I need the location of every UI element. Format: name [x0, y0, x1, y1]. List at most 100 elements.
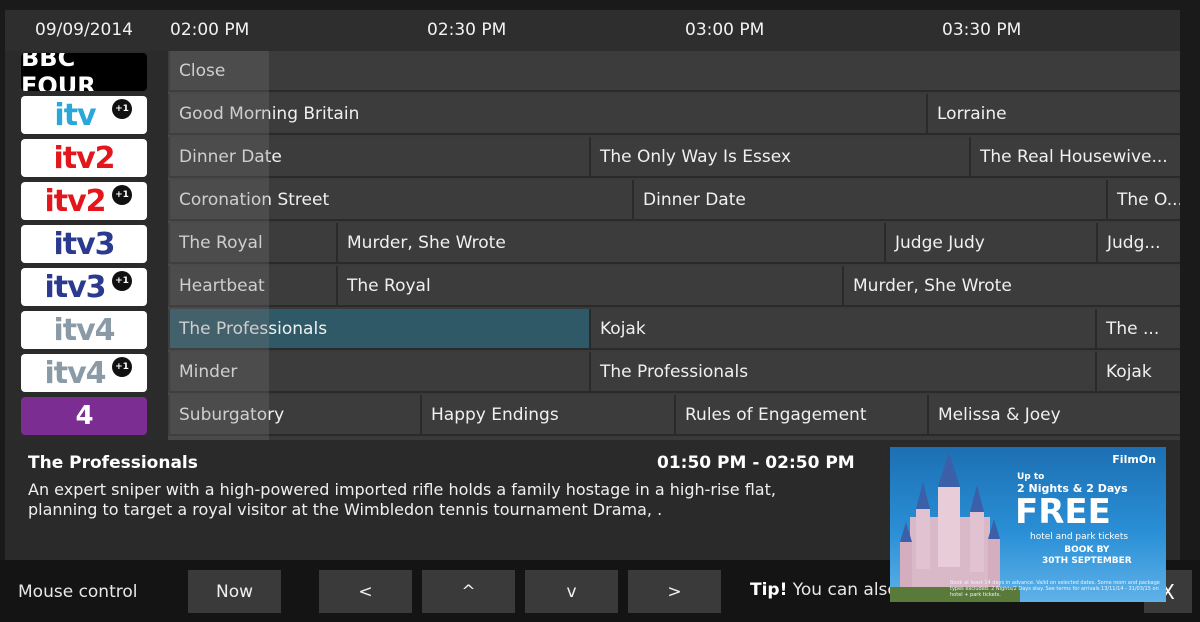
programme-title: Good Morning Britain — [179, 104, 360, 124]
itv4-logo-icon[interactable]: itv4 — [21, 311, 147, 349]
details-title: The Professionals — [28, 453, 198, 473]
programme-row: Suburgatory Happy Endings Rules of Engag… — [168, 395, 1180, 436]
ad-fine-print: Book at least 14 days in advance. Valid … — [950, 580, 1160, 598]
programme-title: Dinner Date — [643, 190, 746, 210]
programme-title: Lorraine — [937, 104, 1007, 124]
programme-cell[interactable]: Dinner Date — [632, 180, 1106, 221]
programme-cell[interactable]: The Real Housewive... — [969, 137, 1180, 178]
programme-cell[interactable]: Murder, She Wrote — [336, 223, 884, 264]
ad-free: FREE — [1015, 492, 1111, 532]
ad-book-date: 30TH SEPTEMBER — [1042, 556, 1132, 566]
time-slot-label: 03:00 PM — [685, 20, 765, 40]
page-right-button[interactable]: > — [628, 570, 721, 613]
programme-row: Close — [168, 51, 1180, 92]
tip-text: Tip! You can also — [750, 580, 898, 600]
programme-cell[interactable]: Kojak — [589, 309, 1095, 350]
page-down-button[interactable]: v — [525, 570, 618, 613]
programme-title: Minder — [179, 362, 238, 382]
programme-cell[interactable]: The O... — [1106, 180, 1180, 221]
programme-title: Murder, She Wrote — [853, 276, 1012, 296]
programme-cell[interactable]: Coronation Street — [168, 180, 632, 221]
channel-logo-text: itv3 — [53, 226, 115, 262]
ad-book-by: BOOK BY 30TH SEPTEMBER — [1042, 545, 1132, 567]
itv2-plus1-logo-icon[interactable]: itv2 +1 — [21, 182, 147, 220]
programme-title: Heartbeat — [179, 276, 265, 296]
page-up-button[interactable]: ^ — [422, 570, 515, 613]
time-slot-label: 02:00 PM — [170, 20, 250, 40]
guide-date: 09/09/2014 — [35, 20, 133, 40]
programme-row: Coronation Street Dinner Date The O... — [168, 180, 1180, 221]
itv3-logo-icon[interactable]: itv3 — [21, 225, 147, 263]
programme-title: Kojak — [600, 319, 646, 339]
programme-cell[interactable]: Murder, She Wrote — [842, 266, 1180, 307]
programme-cell[interactable]: Suburgatory — [168, 395, 420, 436]
plus-one-badge: +1 — [112, 99, 132, 119]
programme-cell[interactable]: Judg... — [1096, 223, 1180, 264]
programme-cell[interactable]: The Royal — [168, 223, 336, 264]
e4-logo-icon[interactable]: 4 — [21, 397, 147, 435]
details-description: An expert sniper with a high-powered imp… — [28, 480, 776, 519]
programme-title: Melissa & Joey — [938, 405, 1061, 425]
programme-cell[interactable]: Rules of Engagement — [674, 395, 927, 436]
itv4-plus1-logo-icon[interactable]: itv4 +1 — [21, 354, 147, 392]
channel-logo-text: itv2 — [53, 140, 115, 176]
programme-title: Kojak — [1106, 362, 1152, 382]
time-slot-label: 03:30 PM — [942, 20, 1022, 40]
mouse-control-label[interactable]: Mouse control — [18, 582, 138, 602]
programme-title: Close — [179, 61, 226, 81]
itv-plus1-logo-icon[interactable]: itv +1 — [21, 96, 147, 134]
programme-title: The Professionals — [179, 319, 328, 339]
programme-cell[interactable]: Lorraine — [926, 94, 1180, 135]
timeline-header: 09/09/2014 02:00 PM 02:30 PM 03:00 PM 03… — [5, 10, 1180, 51]
programme-row: The Professionals Kojak The ... — [168, 309, 1180, 350]
programme-cell-selected[interactable]: The Professionals — [168, 309, 589, 350]
programme-title: Rules of Engagement — [685, 405, 867, 425]
programme-title: Dinner Date — [179, 147, 282, 167]
tip-label: Tip! — [750, 580, 788, 600]
ad-tickets: hotel and park tickets — [1030, 532, 1129, 542]
programme-cell[interactable]: Minder — [168, 352, 589, 393]
programme-cell[interactable]: Kojak — [1095, 352, 1180, 393]
programme-cell[interactable]: The Professionals — [589, 352, 1095, 393]
programme-cell[interactable]: Judge Judy — [884, 223, 1096, 264]
advertisement-banner[interactable]: FilmOn Up to 2 Nights & 2 Days FREE hote… — [890, 447, 1166, 602]
programme-row: Dinner Date The Only Way Is Essex The Re… — [168, 137, 1180, 178]
castle-icon — [890, 452, 1020, 602]
bbc-four-logo-icon[interactable]: BBC FOUR — [21, 53, 147, 91]
programme-row: Heartbeat The Royal Murder, She Wrote — [168, 266, 1180, 307]
plus-one-badge: +1 — [112, 357, 132, 377]
programme-title: Judge Judy — [895, 233, 985, 253]
programme-cell[interactable]: Close — [168, 51, 1180, 92]
tip-message: You can also — [792, 580, 898, 600]
programme-title: Judg... — [1107, 233, 1161, 253]
ad-brand: FilmOn — [1112, 453, 1156, 466]
programme-row: Good Morning Britain Lorraine — [168, 94, 1180, 135]
programme-cell[interactable]: Melissa & Joey — [927, 395, 1180, 436]
ad-up-to: Up to — [1017, 472, 1045, 482]
programme-cell[interactable]: Happy Endings — [420, 395, 674, 436]
itv3-plus1-logo-icon[interactable]: itv3 +1 — [21, 268, 147, 306]
programme-title: The Royal — [179, 233, 263, 253]
programme-cell[interactable]: The Only Way Is Essex — [589, 137, 969, 178]
programme-cell[interactable]: Dinner Date — [168, 137, 589, 178]
programme-cell[interactable]: Good Morning Britain — [168, 94, 926, 135]
programme-cell[interactable]: Heartbeat — [168, 266, 336, 307]
programme-title: The O... — [1117, 190, 1180, 210]
programme-title: The Only Way Is Essex — [600, 147, 791, 167]
programme-cell[interactable]: The Royal — [336, 266, 842, 307]
ad-book-label: BOOK BY — [1064, 545, 1110, 555]
time-slot-label: 02:30 PM — [427, 20, 507, 40]
programme-cell[interactable]: The ... — [1095, 309, 1180, 350]
itv2-logo-icon[interactable]: itv2 — [21, 139, 147, 177]
programme-title: Coronation Street — [179, 190, 330, 210]
programme-title: The Professionals — [600, 362, 749, 382]
programme-grid: Close Good Morning Britain Lorraine Dinn… — [168, 51, 1180, 440]
page-left-button[interactable]: < — [319, 570, 412, 613]
channel-logo-text: 4 — [75, 401, 93, 431]
programme-title: The Real Housewive... — [980, 147, 1168, 167]
now-button[interactable]: Now — [188, 570, 281, 613]
programme-row: Minder The Professionals Kojak — [168, 352, 1180, 393]
channel-list: BBC FOUR itv +1 itv2 itv2 +1 itv3 itv3 +… — [5, 51, 168, 440]
programme-title: Suburgatory — [179, 405, 285, 425]
programme-title: The ... — [1106, 319, 1160, 339]
